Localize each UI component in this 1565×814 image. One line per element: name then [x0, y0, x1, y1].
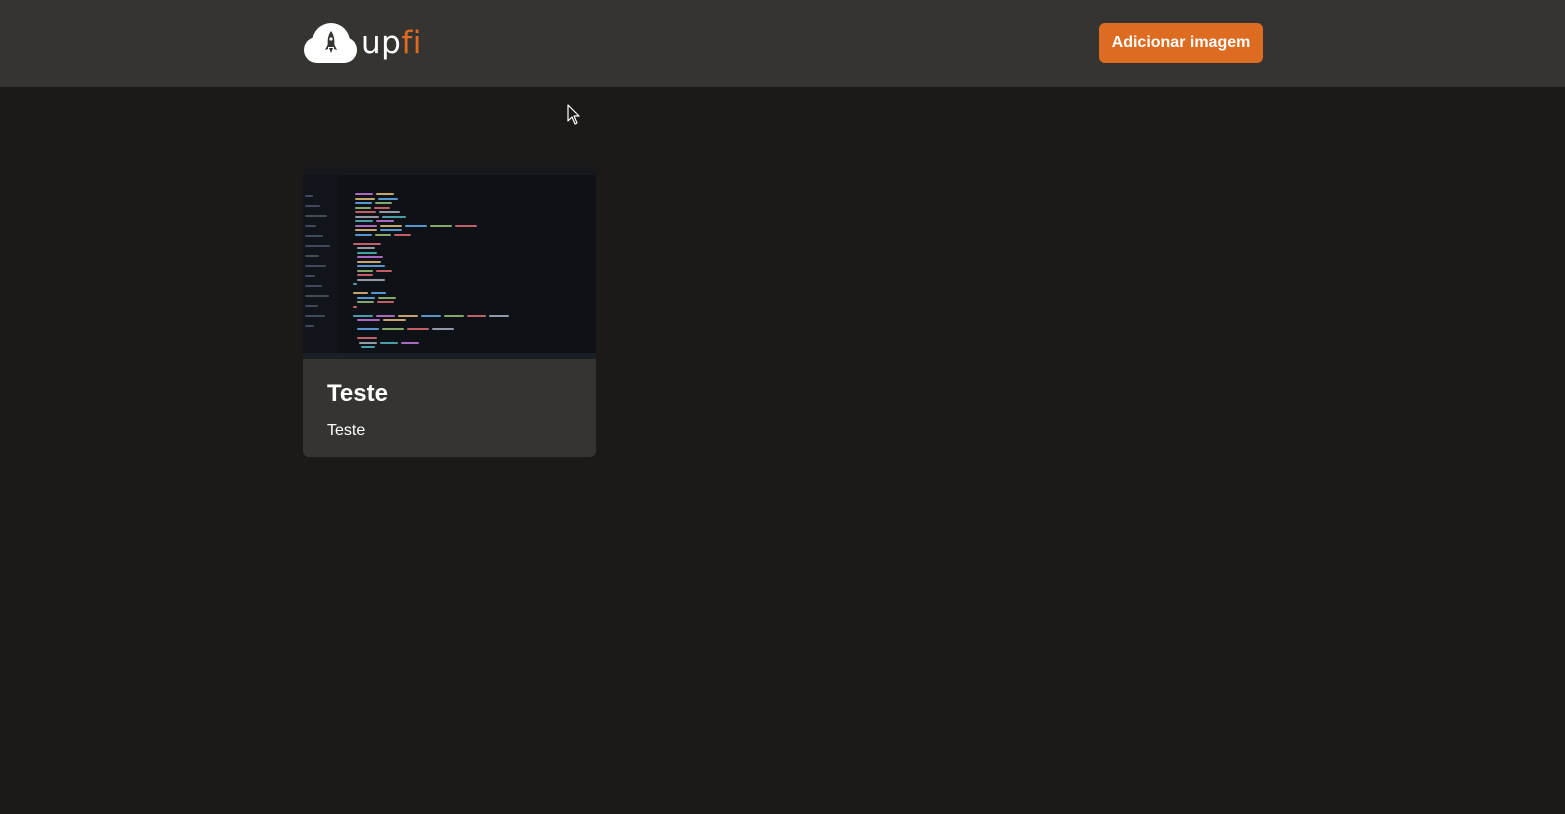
- code-line: [466, 314, 487, 317]
- card-title: Teste: [327, 380, 388, 407]
- code-line: [421, 314, 441, 317]
- mouse-cursor-icon: [567, 104, 580, 125]
- code-line: [376, 220, 394, 222]
- code-line: [371, 292, 386, 294]
- sidebar-line: [305, 285, 322, 287]
- code-line: [383, 319, 406, 321]
- code-line: [361, 346, 375, 348]
- code-line: [430, 224, 452, 227]
- card-image-code-editor-screenshot[interactable]: [303, 167, 596, 359]
- code-line: [355, 220, 373, 222]
- code-line: [355, 224, 377, 227]
- code-line: [355, 211, 376, 213]
- code-line: [432, 328, 454, 330]
- code-line: [357, 296, 375, 299]
- code-line: [355, 193, 373, 195]
- logo-text-accent: fi: [401, 25, 422, 61]
- code-line: [353, 242, 381, 245]
- code-line: [355, 202, 372, 204]
- sidebar-line: [305, 195, 313, 197]
- code-line: [374, 206, 390, 209]
- code-line: [357, 328, 379, 330]
- code-line: [357, 247, 375, 249]
- code-line: [355, 229, 377, 231]
- cloud-rocket-icon: [304, 23, 357, 63]
- code-line: [353, 305, 357, 308]
- code-line: [398, 314, 419, 317]
- code-line: [405, 224, 427, 227]
- code-line: [376, 193, 394, 195]
- code-line: [353, 314, 373, 317]
- code-line: [355, 215, 379, 218]
- sidebar-line: [305, 215, 327, 217]
- code-line: [380, 229, 402, 231]
- sidebar-line: [305, 275, 315, 277]
- code-line: [357, 265, 385, 267]
- code-line: [407, 328, 429, 330]
- sidebar-line: [305, 235, 323, 237]
- code-line: [357, 269, 373, 272]
- code-line: [377, 301, 394, 303]
- sidebar-line: [305, 295, 329, 297]
- sidebar-line: [305, 225, 316, 227]
- code-line: [375, 314, 396, 317]
- code-line: [357, 319, 380, 321]
- code-line: [380, 224, 402, 227]
- code-line: [375, 202, 392, 204]
- code-line: [378, 197, 398, 200]
- app-header: upfi Adicionar imagem: [0, 0, 1565, 87]
- code-line: [382, 215, 406, 218]
- code-line: [357, 278, 385, 281]
- code-line: [380, 341, 398, 344]
- code-line: [353, 283, 357, 285]
- code-line: [401, 341, 419, 344]
- sidebar-line: [305, 315, 325, 317]
- code-line: [353, 292, 368, 294]
- card-description: Teste: [327, 422, 366, 439]
- thumb-titlebar: [303, 167, 596, 175]
- code-line: [357, 251, 377, 254]
- code-line: [355, 206, 371, 209]
- sidebar-line: [305, 265, 326, 267]
- code-line: [355, 197, 375, 200]
- sidebar-line: [305, 245, 330, 247]
- sidebar-line: [305, 205, 320, 207]
- code-line: [357, 274, 373, 276]
- code-line: [374, 233, 392, 236]
- code-line: [357, 256, 383, 258]
- logo-text: upfi: [361, 22, 422, 64]
- thumb-statusbar: [303, 353, 596, 359]
- logo[interactable]: upfi: [303, 22, 422, 64]
- card-body: Teste Teste: [303, 359, 596, 441]
- code-line: [489, 314, 509, 317]
- code-line: [379, 211, 400, 213]
- sidebar-line: [305, 325, 314, 327]
- code-line: [455, 224, 477, 227]
- code-line: [355, 233, 372, 236]
- code-line: [382, 328, 404, 330]
- code-line: [357, 337, 377, 339]
- add-image-button[interactable]: Adicionar imagem: [1099, 23, 1263, 63]
- sidebar-line: [305, 305, 318, 307]
- code-line: [357, 301, 374, 303]
- sidebar-line: [305, 255, 319, 257]
- code-line: [378, 296, 396, 299]
- code-line: [376, 269, 392, 272]
- image-card[interactable]: Teste Teste: [303, 167, 596, 457]
- code-line: [359, 341, 377, 344]
- code-line: [443, 314, 464, 317]
- code-line: [357, 260, 381, 263]
- logo-text-primary: up: [361, 25, 402, 61]
- code-line: [394, 233, 411, 236]
